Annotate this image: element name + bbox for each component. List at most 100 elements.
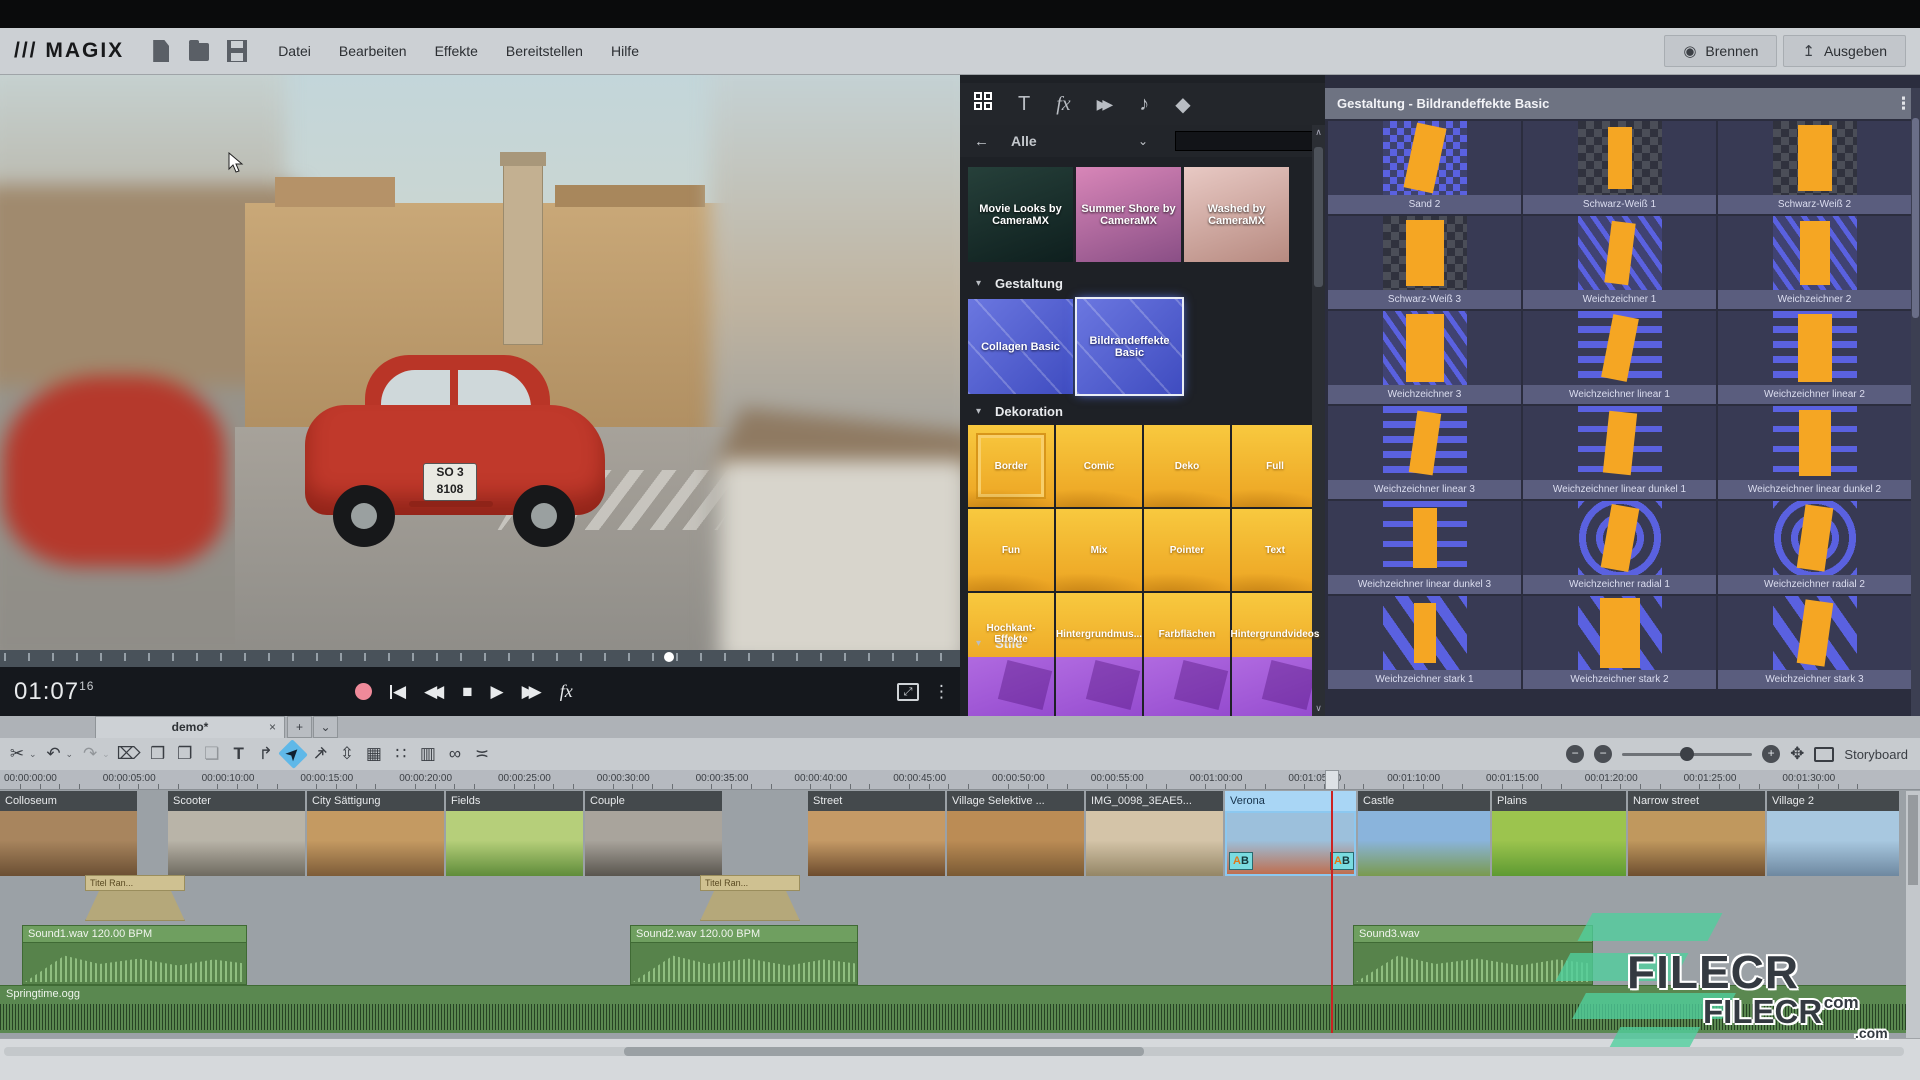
title-clip[interactable]: Titel Ran... xyxy=(700,875,800,921)
playhead-line[interactable] xyxy=(1331,791,1333,1033)
menu-effekte[interactable]: Effekte xyxy=(435,43,478,59)
toolbar-cut-button[interactable]: ✂⌄ xyxy=(7,744,37,764)
audio-clip[interactable]: Sound3.wav xyxy=(1353,925,1593,985)
horizontal-scrollbar-thumb[interactable] xyxy=(624,1047,1144,1056)
preview-menu-icon[interactable]: ⋮ xyxy=(933,682,950,702)
timeline-clip-img-0098-3eae5-[interactable]: IMG_0098_3EAE5... xyxy=(1086,791,1223,876)
panel-menu-icon[interactable]: ⋮ xyxy=(1895,94,1912,114)
toolbar-object-grid-button[interactable]: ▦ xyxy=(364,744,384,764)
panel-tab-templates-icon[interactable] xyxy=(974,92,992,116)
chevron-down-icon[interactable]: ⌄ xyxy=(1138,134,1148,148)
timeline-clip-castle[interactable]: Castle xyxy=(1358,791,1490,876)
panel-tab-transitions-icon[interactable]: ▶▶ xyxy=(1097,96,1114,113)
toolbar-mixer-button[interactable]: ▥ xyxy=(418,744,438,764)
stil-tile[interactable]: Chillout - Bewegung xyxy=(1232,657,1318,716)
section-header-dekoration[interactable]: ▾ Dekoration xyxy=(960,399,1325,423)
horizontal-scrollbar[interactable] xyxy=(4,1047,1904,1056)
menu-bearbeiten[interactable]: Bearbeiten xyxy=(339,43,407,59)
effect-tile[interactable]: Schwarz-Weiß 1 xyxy=(1523,121,1716,214)
dekoration-tile[interactable]: Comic xyxy=(1056,425,1142,507)
dekoration-tile[interactable]: Full xyxy=(1232,425,1318,507)
dekoration-tile[interactable]: Text xyxy=(1232,509,1318,591)
timeline-clip-fields[interactable]: Fields xyxy=(446,791,583,876)
scroll-down-icon[interactable]: ∨ xyxy=(1312,703,1325,714)
stil-tile[interactable]: Chillout xyxy=(1144,657,1230,716)
template-pack-thumbnail[interactable]: Washed by CameraMX xyxy=(1184,167,1289,262)
title-clip[interactable]: Titel Ran... xyxy=(85,875,185,921)
gestaltung-tile[interactable]: Bildrandeffekte Basic xyxy=(1077,299,1182,394)
zoom-slider[interactable] xyxy=(1622,753,1752,756)
playhead-cap[interactable] xyxy=(1325,770,1339,790)
dekoration-tile[interactable]: Fun xyxy=(968,509,1054,591)
close-icon[interactable]: × xyxy=(269,717,276,738)
timeline-clip-colloseum[interactable]: Colloseum xyxy=(0,791,137,876)
zoom-in-button[interactable]: + xyxy=(1762,745,1780,763)
music-clip-springtime[interactable]: Springtime.ogg xyxy=(0,985,1920,1033)
timeline-clip-verona[interactable]: VeronaABAB xyxy=(1225,791,1356,876)
back-icon[interactable]: ← xyxy=(974,133,989,150)
export-button[interactable]: ↥ Ausgeben xyxy=(1783,35,1906,67)
zoom-slider-knob[interactable] xyxy=(1680,747,1694,761)
effect-tile[interactable]: Schwarz-Weiß 2 xyxy=(1718,121,1911,214)
effect-tile[interactable]: Weichzeichner 2 xyxy=(1718,216,1911,309)
toolbar-copy-button[interactable]: ❐ xyxy=(175,744,195,764)
zoom-out-button[interactable]: − xyxy=(1594,745,1612,763)
timeline-clip-street[interactable]: Street xyxy=(808,791,945,876)
toolbar-undo-button[interactable]: ↶⌄ xyxy=(44,744,74,764)
toolbar-undo-dropdown-icon[interactable]: ⌄ xyxy=(66,749,74,760)
stop-button[interactable]: ■ xyxy=(462,682,472,702)
toolbar-range-mode-button[interactable]: ⇥ xyxy=(310,744,330,764)
open-project-icon[interactable] xyxy=(188,39,210,63)
toolbar-title-button[interactable]: T xyxy=(229,744,249,764)
section-header-gestaltung[interactable]: ▾ Gestaltung xyxy=(960,271,1325,295)
effects-scrollbar[interactable] xyxy=(1911,88,1920,716)
effect-tile[interactable]: Weichzeichner stark 1 xyxy=(1328,596,1521,689)
fast-forward-button[interactable]: ▶▶ xyxy=(522,682,542,702)
record-button[interactable] xyxy=(355,683,372,700)
effect-tile[interactable]: Weichzeichner linear dunkel 2 xyxy=(1718,406,1911,499)
effect-tile[interactable]: Schwarz-Weiß 3 xyxy=(1328,216,1521,309)
audio-clip[interactable]: Sound2.wav 120.00 BPM xyxy=(630,925,858,985)
effect-tile[interactable]: Weichzeichner linear 2 xyxy=(1718,311,1911,404)
pan-mode-icon[interactable]: ✥ xyxy=(1790,744,1804,764)
effect-tile[interactable]: Weichzeichner linear dunkel 1 xyxy=(1523,406,1716,499)
new-tab-button[interactable]: + xyxy=(287,716,312,738)
dekoration-tile[interactable]: Deko xyxy=(1144,425,1230,507)
effect-tile[interactable]: Weichzeichner linear dunkel 3 xyxy=(1328,501,1521,594)
toolbar-cut-object-button[interactable]: ❒ xyxy=(148,744,168,764)
panel-tab-audio-icon[interactable]: ♪ xyxy=(1139,93,1149,116)
panel-tab-titles-icon[interactable]: T xyxy=(1018,93,1030,116)
transition-ab-marker[interactable]: AB xyxy=(1330,852,1354,870)
scrollbar-thumb[interactable] xyxy=(1314,147,1323,287)
timeline-clip-village-2[interactable]: Village 2 xyxy=(1767,791,1899,876)
effect-tile[interactable]: Weichzeichner radial 1 xyxy=(1523,501,1716,594)
project-tab-demo[interactable]: demo* × xyxy=(95,716,285,738)
toolbar-snap-button[interactable]: ∷ xyxy=(391,744,411,764)
monitor-icon[interactable] xyxy=(1814,747,1834,762)
template-pack-thumbnail[interactable]: Summer Shore by CameraMX xyxy=(1076,167,1181,262)
toolbar-ungroup-button[interactable]: ≍ xyxy=(472,744,492,764)
rewind-button[interactable]: ◀◀ xyxy=(424,682,444,702)
dekoration-tile[interactable]: Mix xyxy=(1056,509,1142,591)
panel-tab-tags-icon[interactable]: ◆ xyxy=(1175,92,1190,117)
audio-clip[interactable]: Sound1.wav 120.00 BPM xyxy=(22,925,247,985)
effect-tile[interactable]: Weichzeichner radial 2 xyxy=(1718,501,1911,594)
toolbar-rotate-button[interactable]: ↱ xyxy=(256,744,276,764)
effect-tile[interactable]: Weichzeichner linear 3 xyxy=(1328,406,1521,499)
toolbar-cut-dropdown-icon[interactable]: ⌄ xyxy=(29,749,37,760)
effect-tile[interactable]: Weichzeichner 3 xyxy=(1328,311,1521,404)
dekoration-tile[interactable]: Pointer xyxy=(1144,509,1230,591)
toolbar-redo-dropdown-icon[interactable]: ⌄ xyxy=(102,749,110,760)
save-project-icon[interactable] xyxy=(226,39,248,63)
timeline-clip-city-s-ttigung[interactable]: City Sättigung xyxy=(307,791,444,876)
video-preview-image[interactable]: SO 38108 xyxy=(0,75,960,650)
fullscreen-icon[interactable]: ⤢ xyxy=(897,683,919,701)
new-project-icon[interactable] xyxy=(150,39,172,63)
toolbar-object-stretch-button[interactable]: ⇳ xyxy=(337,744,357,764)
effect-tile[interactable]: Weichzeichner stark 2 xyxy=(1523,596,1716,689)
timeline-clip-plains[interactable]: Plains xyxy=(1492,791,1626,876)
scrub-playhead-dot[interactable] xyxy=(664,652,674,662)
menu-bereitstellen[interactable]: Bereitstellen xyxy=(506,43,583,59)
template-pack-thumbnail[interactable]: Movie Looks by CameraMX xyxy=(968,167,1073,262)
preview-scrub-bar[interactable] xyxy=(0,650,960,667)
